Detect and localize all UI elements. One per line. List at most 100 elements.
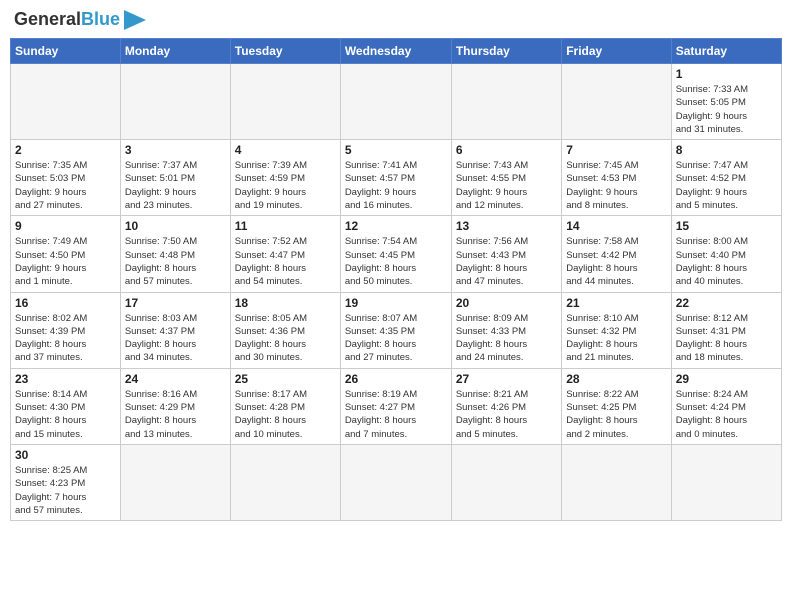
day-info: Sunrise: 7:33 AM Sunset: 5:05 PM Dayligh… [676,83,777,136]
day-number: 9 [15,219,116,233]
calendar-cell: 6 Sunrise: 7:43 AM Sunset: 4:55 PM Daylig… [451,140,561,216]
day-info: Sunrise: 8:02 AM Sunset: 4:39 PM Dayligh… [15,312,116,365]
day-number: 23 [15,372,116,386]
day-info: Sunrise: 7:50 AM Sunset: 4:48 PM Dayligh… [125,235,226,288]
day-number: 5 [345,143,447,157]
day-info: Sunrise: 8:22 AM Sunset: 4:25 PM Dayligh… [566,388,666,441]
calendar-cell: 24 Sunrise: 8:16 AM Sunset: 4:29 PM Dayli… [120,368,230,444]
day-number: 16 [15,296,116,310]
calendar-week-row: 2 Sunrise: 7:35 AM Sunset: 5:03 PM Daylig… [11,140,782,216]
weekday-header-tuesday: Tuesday [230,39,340,64]
calendar-cell: 27 Sunrise: 8:21 AM Sunset: 4:26 PM Dayli… [451,368,561,444]
day-info: Sunrise: 8:00 AM Sunset: 4:40 PM Dayligh… [676,235,777,288]
calendar-cell: 4 Sunrise: 7:39 AM Sunset: 4:59 PM Daylig… [230,140,340,216]
calendar-cell: 25 Sunrise: 8:17 AM Sunset: 4:28 PM Dayli… [230,368,340,444]
day-info: Sunrise: 8:10 AM Sunset: 4:32 PM Dayligh… [566,312,666,365]
day-number: 28 [566,372,666,386]
calendar-week-row: 1 Sunrise: 7:33 AM Sunset: 5:05 PM Daylig… [11,64,782,140]
calendar-cell: 15 Sunrise: 8:00 AM Sunset: 4:40 PM Dayli… [671,216,781,292]
weekday-header-friday: Friday [562,39,671,64]
day-info: Sunrise: 7:35 AM Sunset: 5:03 PM Dayligh… [15,159,116,212]
day-info: Sunrise: 8:12 AM Sunset: 4:31 PM Dayligh… [676,312,777,365]
weekday-header-row: SundayMondayTuesdayWednesdayThursdayFrid… [11,39,782,64]
day-info: Sunrise: 7:58 AM Sunset: 4:42 PM Dayligh… [566,235,666,288]
day-number: 19 [345,296,447,310]
calendar-cell: 11 Sunrise: 7:52 AM Sunset: 4:47 PM Dayli… [230,216,340,292]
calendar-cell: 1 Sunrise: 7:33 AM Sunset: 5:05 PM Daylig… [671,64,781,140]
page-header: GeneralBlue [10,10,782,30]
calendar-cell: 19 Sunrise: 8:07 AM Sunset: 4:35 PM Dayli… [340,292,451,368]
day-info: Sunrise: 8:21 AM Sunset: 4:26 PM Dayligh… [456,388,557,441]
day-number: 25 [235,372,336,386]
weekday-header-thursday: Thursday [451,39,561,64]
day-info: Sunrise: 7:41 AM Sunset: 4:57 PM Dayligh… [345,159,447,212]
day-number: 27 [456,372,557,386]
day-number: 14 [566,219,666,233]
calendar-cell: 9 Sunrise: 7:49 AM Sunset: 4:50 PM Daylig… [11,216,121,292]
calendar-cell: 12Sunrise: 7:54 AM Sunset: 4:45 PM Dayli… [340,216,451,292]
day-info: Sunrise: 8:17 AM Sunset: 4:28 PM Dayligh… [235,388,336,441]
calendar-cell [451,444,561,520]
calendar-cell: 5 Sunrise: 7:41 AM Sunset: 4:57 PM Daylig… [340,140,451,216]
day-info: Sunrise: 7:47 AM Sunset: 4:52 PM Dayligh… [676,159,777,212]
logo: GeneralBlue [14,10,146,30]
calendar-cell [120,64,230,140]
calendar-cell: 28 Sunrise: 8:22 AM Sunset: 4:25 PM Dayli… [562,368,671,444]
day-number: 26 [345,372,447,386]
day-number: 11 [235,219,336,233]
calendar-cell [11,64,121,140]
calendar-cell: 8 Sunrise: 7:47 AM Sunset: 4:52 PM Daylig… [671,140,781,216]
day-info: Sunrise: 7:39 AM Sunset: 4:59 PM Dayligh… [235,159,336,212]
day-info: Sunrise: 8:24 AM Sunset: 4:24 PM Dayligh… [676,388,777,441]
calendar-cell [120,444,230,520]
calendar-cell: 23 Sunrise: 8:14 AM Sunset: 4:30 PM Dayli… [11,368,121,444]
calendar-cell: 26 Sunrise: 8:19 AM Sunset: 4:27 PM Dayli… [340,368,451,444]
day-number: 6 [456,143,557,157]
day-info: Sunrise: 7:45 AM Sunset: 4:53 PM Dayligh… [566,159,666,212]
weekday-header-saturday: Saturday [671,39,781,64]
day-info: Sunrise: 7:56 AM Sunset: 4:43 PM Dayligh… [456,235,557,288]
day-number: 15 [676,219,777,233]
calendar-cell: 22Sunrise: 8:12 AM Sunset: 4:31 PM Dayli… [671,292,781,368]
day-number: 8 [676,143,777,157]
calendar-cell: 13 Sunrise: 7:56 AM Sunset: 4:43 PM Dayli… [451,216,561,292]
day-info: Sunrise: 8:03 AM Sunset: 4:37 PM Dayligh… [125,312,226,365]
day-number: 7 [566,143,666,157]
day-number: 21 [566,296,666,310]
day-number: 13 [456,219,557,233]
day-number: 4 [235,143,336,157]
day-info: Sunrise: 8:14 AM Sunset: 4:30 PM Dayligh… [15,388,116,441]
day-info: Sunrise: 8:16 AM Sunset: 4:29 PM Dayligh… [125,388,226,441]
calendar-cell [562,444,671,520]
calendar-cell [340,64,451,140]
calendar-cell [451,64,561,140]
calendar-week-row: 30Sunrise: 8:25 AM Sunset: 4:23 PM Dayli… [11,444,782,520]
calendar-cell: 7 Sunrise: 7:45 AM Sunset: 4:53 PM Daylig… [562,140,671,216]
day-info: Sunrise: 7:43 AM Sunset: 4:55 PM Dayligh… [456,159,557,212]
calendar-cell [340,444,451,520]
day-number: 3 [125,143,226,157]
day-info: Sunrise: 8:05 AM Sunset: 4:36 PM Dayligh… [235,312,336,365]
day-number: 10 [125,219,226,233]
day-number: 2 [15,143,116,157]
calendar-cell: 21 Sunrise: 8:10 AM Sunset: 4:32 PM Dayli… [562,292,671,368]
day-number: 12 [345,219,447,233]
calendar-cell: 29Sunrise: 8:24 AM Sunset: 4:24 PM Dayli… [671,368,781,444]
calendar-cell: 14 Sunrise: 7:58 AM Sunset: 4:42 PM Dayli… [562,216,671,292]
calendar-cell: 17 Sunrise: 8:03 AM Sunset: 4:37 PM Dayli… [120,292,230,368]
calendar-cell: 20Sunrise: 8:09 AM Sunset: 4:33 PM Dayli… [451,292,561,368]
logo-text: GeneralBlue [14,10,120,30]
day-info: Sunrise: 7:49 AM Sunset: 4:50 PM Dayligh… [15,235,116,288]
day-info: Sunrise: 7:52 AM Sunset: 4:47 PM Dayligh… [235,235,336,288]
day-info: Sunrise: 8:19 AM Sunset: 4:27 PM Dayligh… [345,388,447,441]
day-number: 1 [676,67,777,81]
day-info: Sunrise: 8:07 AM Sunset: 4:35 PM Dayligh… [345,312,447,365]
calendar-week-row: 23 Sunrise: 8:14 AM Sunset: 4:30 PM Dayli… [11,368,782,444]
calendar-cell: 18 Sunrise: 8:05 AM Sunset: 4:36 PM Dayli… [230,292,340,368]
calendar-cell [230,64,340,140]
calendar-cell: 3Sunrise: 7:37 AM Sunset: 5:01 PM Daylig… [120,140,230,216]
day-number: 24 [125,372,226,386]
calendar-cell [671,444,781,520]
day-number: 18 [235,296,336,310]
day-number: 17 [125,296,226,310]
